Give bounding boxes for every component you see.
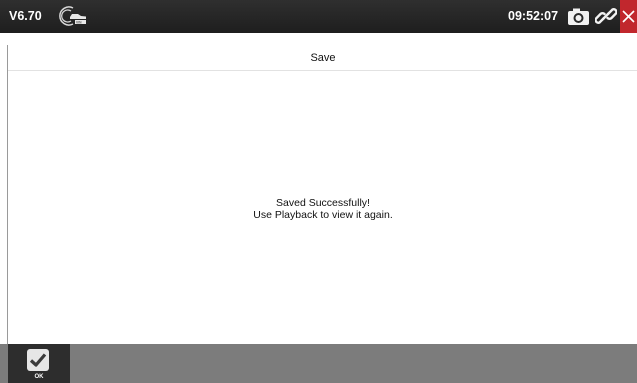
link-icon[interactable] (594, 5, 618, 27)
clock: 09:52:07 (508, 9, 559, 23)
status-message: Saved Successfully! Use Playback to view… (8, 197, 637, 221)
page-title: Save (310, 52, 336, 64)
bottom-toolbar: OK (0, 344, 637, 383)
camera-icon[interactable] (567, 7, 590, 26)
app-window: V6.70 VIN 09:52:07 Save Saved Successful… (0, 0, 637, 383)
version-label: V6.70 (9, 9, 42, 23)
vehicle-vin-icon[interactable]: VIN (56, 6, 90, 26)
ok-label: OK (34, 374, 44, 380)
svg-text:VIN: VIN (76, 20, 82, 24)
title-row: Save (8, 45, 637, 71)
close-button[interactable] (620, 0, 637, 33)
status-bar: V6.70 VIN 09:52:07 (0, 0, 637, 33)
checkmark-icon (27, 349, 49, 371)
close-icon (622, 10, 635, 23)
content-panel: Save Saved Successfully! Use Playback to… (7, 45, 637, 344)
message-line-2: Use Playback to view it again. (253, 209, 393, 221)
ok-button[interactable]: OK (8, 344, 70, 383)
message-line-1: Saved Successfully! (276, 197, 370, 209)
